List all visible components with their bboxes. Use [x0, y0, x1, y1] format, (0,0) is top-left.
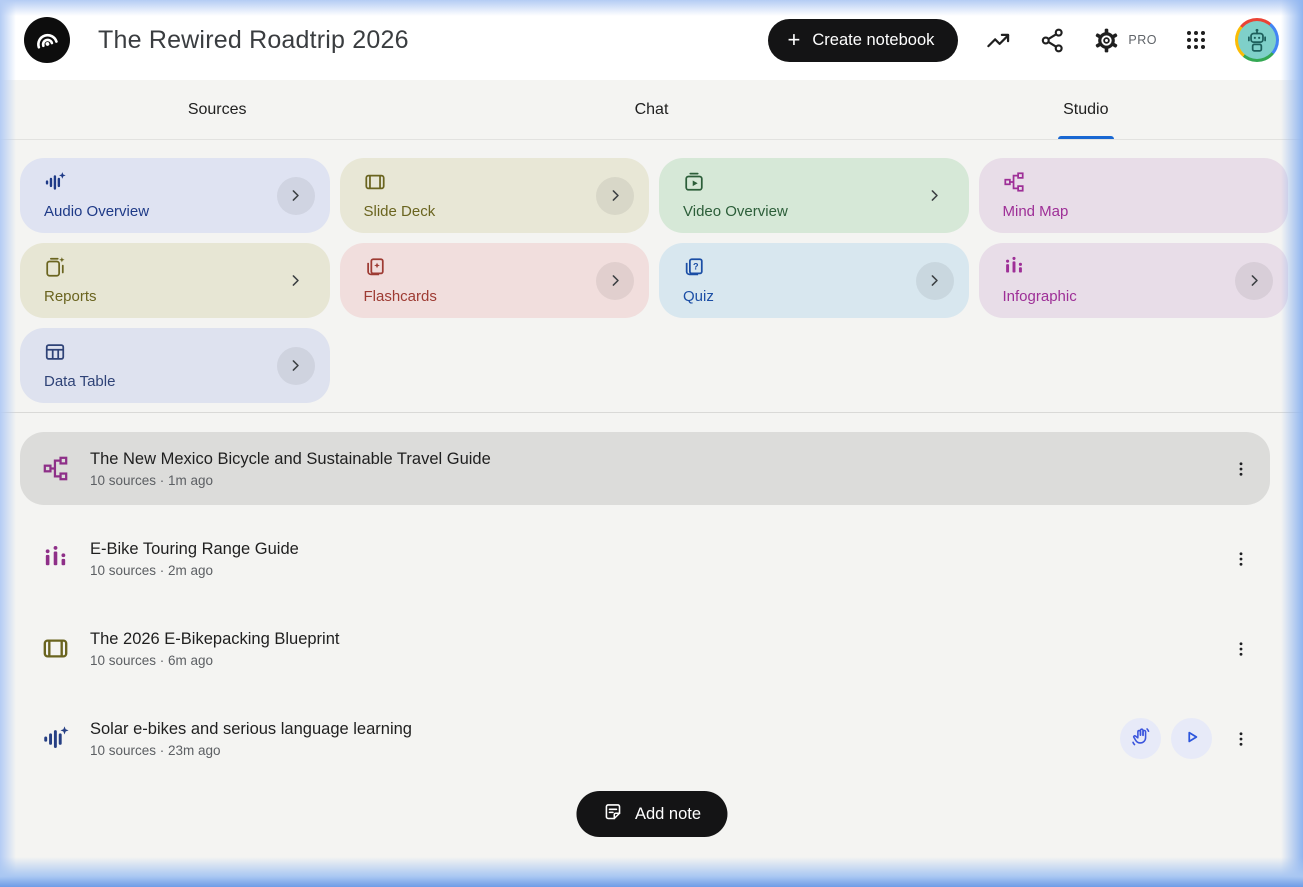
- settings-gear-icon[interactable]: [1093, 27, 1120, 54]
- flashcards-icon: [364, 256, 386, 278]
- studio-card-label: Flashcards: [364, 288, 437, 305]
- notebooklm-logo-icon[interactable]: [24, 17, 70, 63]
- audio-waveform-sparkle-icon: [42, 725, 69, 752]
- tab-bar: Sources Chat Studio: [0, 80, 1303, 140]
- play-button[interactable]: [1171, 718, 1212, 759]
- add-note-button[interactable]: Add note: [576, 791, 727, 837]
- create-notebook-button[interactable]: + Create notebook: [768, 19, 959, 62]
- trending-icon[interactable]: [985, 27, 1012, 54]
- more-options-button[interactable]: [1226, 449, 1256, 489]
- more-options-button[interactable]: [1226, 539, 1256, 579]
- studio-card-reports[interactable]: Reports: [20, 243, 330, 318]
- artifact-row-audio-overview[interactable]: Solar e-bikes and serious language learn…: [20, 702, 1270, 775]
- tab-chat[interactable]: Chat: [434, 80, 868, 139]
- plus-icon: +: [788, 29, 801, 51]
- studio-card-video-overview[interactable]: Video Overview: [659, 158, 969, 233]
- tab-sources[interactable]: Sources: [0, 80, 434, 139]
- tab-studio[interactable]: Studio: [869, 80, 1303, 139]
- studio-card-label: Audio Overview: [44, 203, 149, 220]
- settings-group: PRO: [1093, 27, 1157, 54]
- studio-card-label: Mind Map: [1003, 203, 1069, 220]
- artifact-meta: 10 sources · 1m ago: [90, 473, 491, 488]
- slide-deck-icon: [42, 635, 69, 662]
- svg-text:?: ?: [693, 261, 699, 271]
- studio-card-label: Quiz: [683, 288, 714, 305]
- chevron-right-icon[interactable]: [596, 177, 634, 215]
- artifact-meta: 10 sources · 6m ago: [90, 653, 339, 668]
- artifact-title: The 2026 E-Bikepacking Blueprint: [90, 630, 339, 649]
- mind-map-icon: [1003, 171, 1025, 193]
- tab-sources-label: Sources: [188, 101, 247, 119]
- tab-chat-label: Chat: [635, 101, 669, 119]
- artifact-title: Solar e-bikes and serious language learn…: [90, 720, 412, 739]
- infographic-icon: [1003, 256, 1025, 278]
- studio-card-slide-deck[interactable]: Slide Deck: [340, 158, 650, 233]
- header-actions: + Create notebook: [768, 18, 1279, 62]
- add-note-label: Add note: [635, 805, 701, 824]
- studio-card-mind-map[interactable]: Mind Map: [979, 158, 1289, 233]
- more-options-button[interactable]: [1226, 719, 1256, 759]
- chevron-right-icon[interactable]: [596, 262, 634, 300]
- chevron-right-icon[interactable]: [916, 262, 954, 300]
- avatar[interactable]: [1235, 18, 1279, 62]
- artifact-title: E-Bike Touring Range Guide: [90, 540, 299, 559]
- interactive-mode-button[interactable]: [1120, 718, 1161, 759]
- avatar-robot-image: [1238, 21, 1276, 59]
- studio-card-label: Slide Deck: [364, 203, 436, 220]
- share-icon[interactable]: [1039, 27, 1066, 54]
- section-divider: [0, 412, 1303, 413]
- header: The Rewired Roadtrip 2026 + Create noteb…: [0, 0, 1303, 80]
- infographic-icon: [42, 545, 69, 572]
- chevron-right-icon[interactable]: [1235, 262, 1273, 300]
- quiz-icon: ?: [683, 256, 705, 278]
- studio-card-data-table[interactable]: Data Table: [20, 328, 330, 403]
- apps-grid-icon[interactable]: [1184, 28, 1208, 52]
- chevron-right-icon[interactable]: [277, 177, 315, 215]
- mind-map-icon: [42, 455, 69, 482]
- studio-card-label: Reports: [44, 288, 97, 305]
- studio-card-audio-overview[interactable]: Audio Overview: [20, 158, 330, 233]
- audio-waveform-sparkle-icon: [44, 171, 66, 193]
- page-title[interactable]: The Rewired Roadtrip 2026: [98, 26, 409, 55]
- play-icon: [1181, 726, 1203, 751]
- chevron-right-icon[interactable]: [916, 177, 954, 215]
- reports-icon: [44, 256, 66, 278]
- artifact-row-slide-deck[interactable]: The 2026 E-Bikepacking Blueprint 10 sour…: [20, 612, 1270, 685]
- studio-card-quiz[interactable]: ? Quiz: [659, 243, 969, 318]
- active-tab-underline: [1058, 136, 1114, 139]
- chevron-right-icon[interactable]: [277, 262, 315, 300]
- studio-card-grid: Audio Overview Slide Deck: [20, 158, 1288, 403]
- slide-deck-icon: [364, 171, 386, 193]
- chevron-right-icon[interactable]: [277, 347, 315, 385]
- studio-card-flashcards[interactable]: Flashcards: [340, 243, 650, 318]
- artifact-list: The New Mexico Bicycle and Sustainable T…: [20, 432, 1270, 792]
- tab-studio-label: Studio: [1063, 101, 1108, 119]
- artifact-row-infographic[interactable]: E-Bike Touring Range Guide 10 sources · …: [20, 522, 1270, 595]
- pro-badge: PRO: [1128, 33, 1157, 47]
- data-table-icon: [44, 341, 66, 363]
- note-icon: [602, 801, 623, 827]
- studio-card-label: Data Table: [44, 373, 115, 390]
- studio-card-infographic[interactable]: Infographic: [979, 243, 1289, 318]
- edge-glow-bottom: [0, 857, 1303, 887]
- more-options-button[interactable]: [1226, 629, 1256, 669]
- notebooklm-studio-page: The Rewired Roadtrip 2026 + Create noteb…: [0, 0, 1303, 887]
- hand-wave-icon: [1130, 726, 1152, 751]
- artifact-row-mind-map[interactable]: The New Mexico Bicycle and Sustainable T…: [20, 432, 1270, 505]
- artifact-meta: 10 sources · 2m ago: [90, 563, 299, 578]
- studio-card-label: Infographic: [1003, 288, 1077, 305]
- create-notebook-label: Create notebook: [812, 31, 934, 50]
- studio-card-label: Video Overview: [683, 203, 788, 220]
- artifact-meta: 10 sources · 23m ago: [90, 743, 412, 758]
- video-overview-icon: [683, 171, 705, 193]
- artifact-title: The New Mexico Bicycle and Sustainable T…: [90, 450, 491, 469]
